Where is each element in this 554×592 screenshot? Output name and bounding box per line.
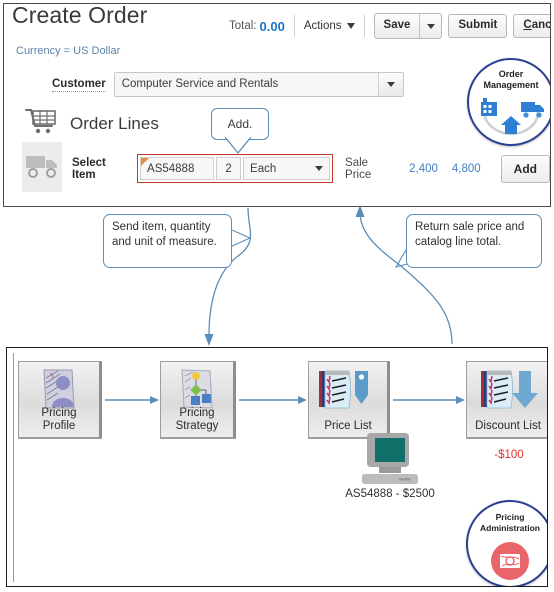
sale-price-value: 2,400 bbox=[409, 162, 438, 175]
node-discount-list[interactable]: Discount List bbox=[466, 361, 547, 439]
chevron-down-icon bbox=[426, 23, 435, 29]
pa-badge-line1: Pricing bbox=[495, 512, 525, 522]
customer-value: Computer Service and Rentals bbox=[114, 73, 378, 96]
save-dropdown-button[interactable] bbox=[420, 14, 441, 38]
order-management-glyph bbox=[481, 98, 544, 136]
order-management-badge-text: Order Management bbox=[469, 69, 550, 91]
currency-note: Currency = US Dollar bbox=[16, 45, 121, 57]
uom-value: Each bbox=[250, 162, 277, 175]
pricing-flow-panel: Pricing Profile Pricing Strategy Price L… bbox=[6, 347, 548, 587]
cancel-accesskey: C bbox=[523, 19, 532, 31]
callout-return-price: Return sale price and catalog line total… bbox=[406, 214, 542, 268]
line-total-value: 4,800 bbox=[451, 162, 481, 175]
node-price-list[interactable]: Price List bbox=[308, 361, 390, 439]
order-management-badge: Order Management bbox=[467, 58, 550, 146]
cancel-button[interactable]: Cancel bbox=[513, 14, 551, 38]
save-button[interactable]: Save bbox=[375, 14, 420, 38]
submit-button[interactable]: Submit bbox=[448, 14, 508, 38]
truck-icon bbox=[25, 152, 61, 185]
discount-amount: -$100 bbox=[494, 449, 524, 461]
node-pricing-profile-label: Pricing Profile bbox=[41, 407, 77, 432]
separator bbox=[363, 15, 365, 37]
pricing-administration-glyph bbox=[491, 542, 529, 580]
chevron-down-icon bbox=[315, 166, 324, 171]
node-pricing-profile[interactable]: Pricing Profile bbox=[18, 361, 102, 439]
total-label: Total: bbox=[229, 20, 257, 32]
customer-row: Customer Computer Service and Rentals bbox=[52, 72, 404, 97]
total-value: 0.00 bbox=[259, 18, 285, 34]
header-action-bar: Total: 0.00 Actions Save Submit Cancel bbox=[229, 13, 551, 39]
pricing-flow-inner: Pricing Profile Pricing Strategy Price L… bbox=[13, 353, 547, 586]
uom-select[interactable]: Each bbox=[243, 157, 331, 180]
actions-menu-label: Actions bbox=[303, 20, 342, 32]
customer-dropdown-arrow[interactable] bbox=[377, 73, 403, 96]
customer-label: Customer bbox=[52, 77, 106, 92]
order-lines-header: Order Lines bbox=[24, 106, 159, 141]
actions-menu[interactable]: Actions bbox=[304, 20, 355, 32]
computer-monitor-icon bbox=[359, 431, 421, 492]
order-lines-title: Order Lines bbox=[70, 113, 159, 133]
cancel-label-rest: ancel bbox=[531, 19, 551, 31]
add-callout-bubble: Add. bbox=[211, 108, 269, 140]
node-pricing-strategy-label: Pricing Strategy bbox=[175, 407, 219, 432]
chevron-down-icon bbox=[346, 23, 355, 29]
add-callout-tail bbox=[224, 135, 252, 160]
customer-select[interactable]: Computer Service and Rentals bbox=[113, 72, 404, 97]
item-code-input[interactable]: AS54888 bbox=[140, 157, 215, 180]
add-line-button[interactable]: Add bbox=[500, 154, 550, 183]
discount-list-icon bbox=[477, 368, 539, 421]
save-split-button[interactable]: Save bbox=[373, 13, 443, 39]
om-badge-line2: Management bbox=[483, 80, 539, 90]
order-line-sideband bbox=[22, 142, 62, 192]
price-list-icon bbox=[315, 368, 375, 421]
shopping-cart-icon bbox=[24, 106, 58, 141]
sale-price-label: Sale Price bbox=[345, 156, 372, 181]
node-pricing-strategy[interactable]: Pricing Strategy bbox=[160, 361, 236, 439]
callout-send-item: Send item, quantity and unit of measure. bbox=[103, 214, 232, 268]
pa-badge-line2: Administration bbox=[480, 522, 540, 533]
node-discount-list-label: Discount List bbox=[475, 420, 541, 432]
create-order-panel: Create Order Total: 0.00 Actions Save Su… bbox=[3, 3, 551, 207]
select-item-row: Select Item AS54888 2 Each Sale Price 2,… bbox=[72, 154, 550, 183]
uom-dropdown-arrow[interactable] bbox=[309, 166, 329, 171]
quantity-input[interactable]: 2 bbox=[216, 157, 242, 180]
chevron-down-icon bbox=[386, 82, 395, 87]
pricing-administration-badge-text: Pricing Administration bbox=[468, 512, 547, 533]
separator bbox=[293, 15, 295, 37]
pricing-administration-badge: Pricing Administration bbox=[466, 500, 547, 586]
monitor-item-price-label: AS54888 - $2500 bbox=[345, 488, 435, 500]
om-badge-line1: Order bbox=[498, 69, 524, 79]
page-title: Create Order bbox=[12, 3, 148, 28]
select-item-label: Select Item bbox=[72, 156, 106, 181]
